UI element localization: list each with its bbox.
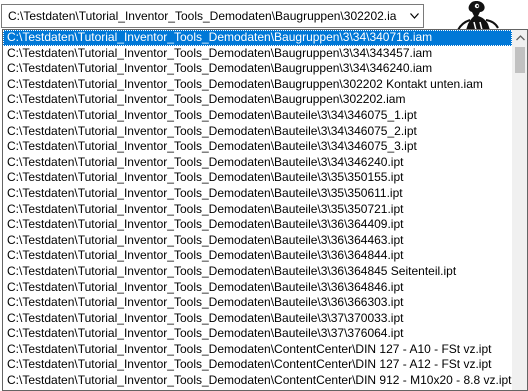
list-item[interactable]: C:\Testdaten\Tutorial_Inventor_Tools_Dem… (3, 357, 512, 373)
list-item[interactable]: C:\Testdaten\Tutorial_Inventor_Tools_Dem… (3, 30, 512, 46)
list-item[interactable]: C:\Testdaten\Tutorial_Inventor_Tools_Dem… (3, 92, 512, 108)
list-item[interactable]: C:\Testdaten\Tutorial_Inventor_Tools_Dem… (3, 61, 512, 77)
combobox-value: C:\Testdaten\Tutorial_Inventor_Tools_Dem… (8, 9, 397, 23)
list-item[interactable]: C:\Testdaten\Tutorial_Inventor_Tools_Dem… (3, 248, 512, 264)
list-item[interactable]: C:\Testdaten\Tutorial_Inventor_Tools_Dem… (3, 202, 512, 218)
list-item[interactable]: C:\Testdaten\Tutorial_Inventor_Tools_Dem… (3, 389, 512, 390)
list-item[interactable]: C:\Testdaten\Tutorial_Inventor_Tools_Dem… (3, 280, 512, 296)
list-item[interactable]: C:\Testdaten\Tutorial_Inventor_Tools_Dem… (3, 311, 512, 327)
cartoon-mascot-icon (450, 0, 520, 30)
list-item[interactable]: C:\Testdaten\Tutorial_Inventor_Tools_Dem… (3, 264, 512, 280)
list-item[interactable]: C:\Testdaten\Tutorial_Inventor_Tools_Dem… (3, 77, 512, 93)
chevron-down-icon[interactable] (406, 5, 423, 27)
scrollbar-thumb[interactable] (515, 47, 525, 73)
dropdown-items: C:\Testdaten\Tutorial_Inventor_Tools_Dem… (3, 30, 512, 390)
list-item[interactable]: C:\Testdaten\Tutorial_Inventor_Tools_Dem… (3, 108, 512, 124)
list-item[interactable]: C:\Testdaten\Tutorial_Inventor_Tools_Dem… (3, 326, 512, 342)
list-item[interactable]: C:\Testdaten\Tutorial_Inventor_Tools_Dem… (3, 295, 512, 311)
list-item[interactable]: C:\Testdaten\Tutorial_Inventor_Tools_Dem… (3, 170, 512, 186)
list-item[interactable]: C:\Testdaten\Tutorial_Inventor_Tools_Dem… (3, 233, 512, 249)
list-item[interactable]: C:\Testdaten\Tutorial_Inventor_Tools_Dem… (3, 139, 512, 155)
list-item[interactable]: C:\Testdaten\Tutorial_Inventor_Tools_Dem… (3, 46, 512, 62)
file-path-dropdown-list[interactable]: C:\Testdaten\Tutorial_Inventor_Tools_Dem… (2, 29, 528, 391)
scroll-up-arrow-icon[interactable] (513, 30, 527, 46)
list-item[interactable]: C:\Testdaten\Tutorial_Inventor_Tools_Dem… (3, 217, 512, 233)
list-item[interactable]: C:\Testdaten\Tutorial_Inventor_Tools_Dem… (3, 342, 512, 358)
list-item[interactable]: C:\Testdaten\Tutorial_Inventor_Tools_Dem… (3, 373, 512, 389)
vertical-scrollbar[interactable] (512, 30, 527, 390)
list-item[interactable]: C:\Testdaten\Tutorial_Inventor_Tools_Dem… (3, 155, 512, 171)
list-item[interactable]: C:\Testdaten\Tutorial_Inventor_Tools_Dem… (3, 124, 512, 140)
list-item[interactable]: C:\Testdaten\Tutorial_Inventor_Tools_Dem… (3, 186, 512, 202)
file-path-combobox[interactable]: C:\Testdaten\Tutorial_Inventor_Tools_Dem… (1, 4, 424, 28)
